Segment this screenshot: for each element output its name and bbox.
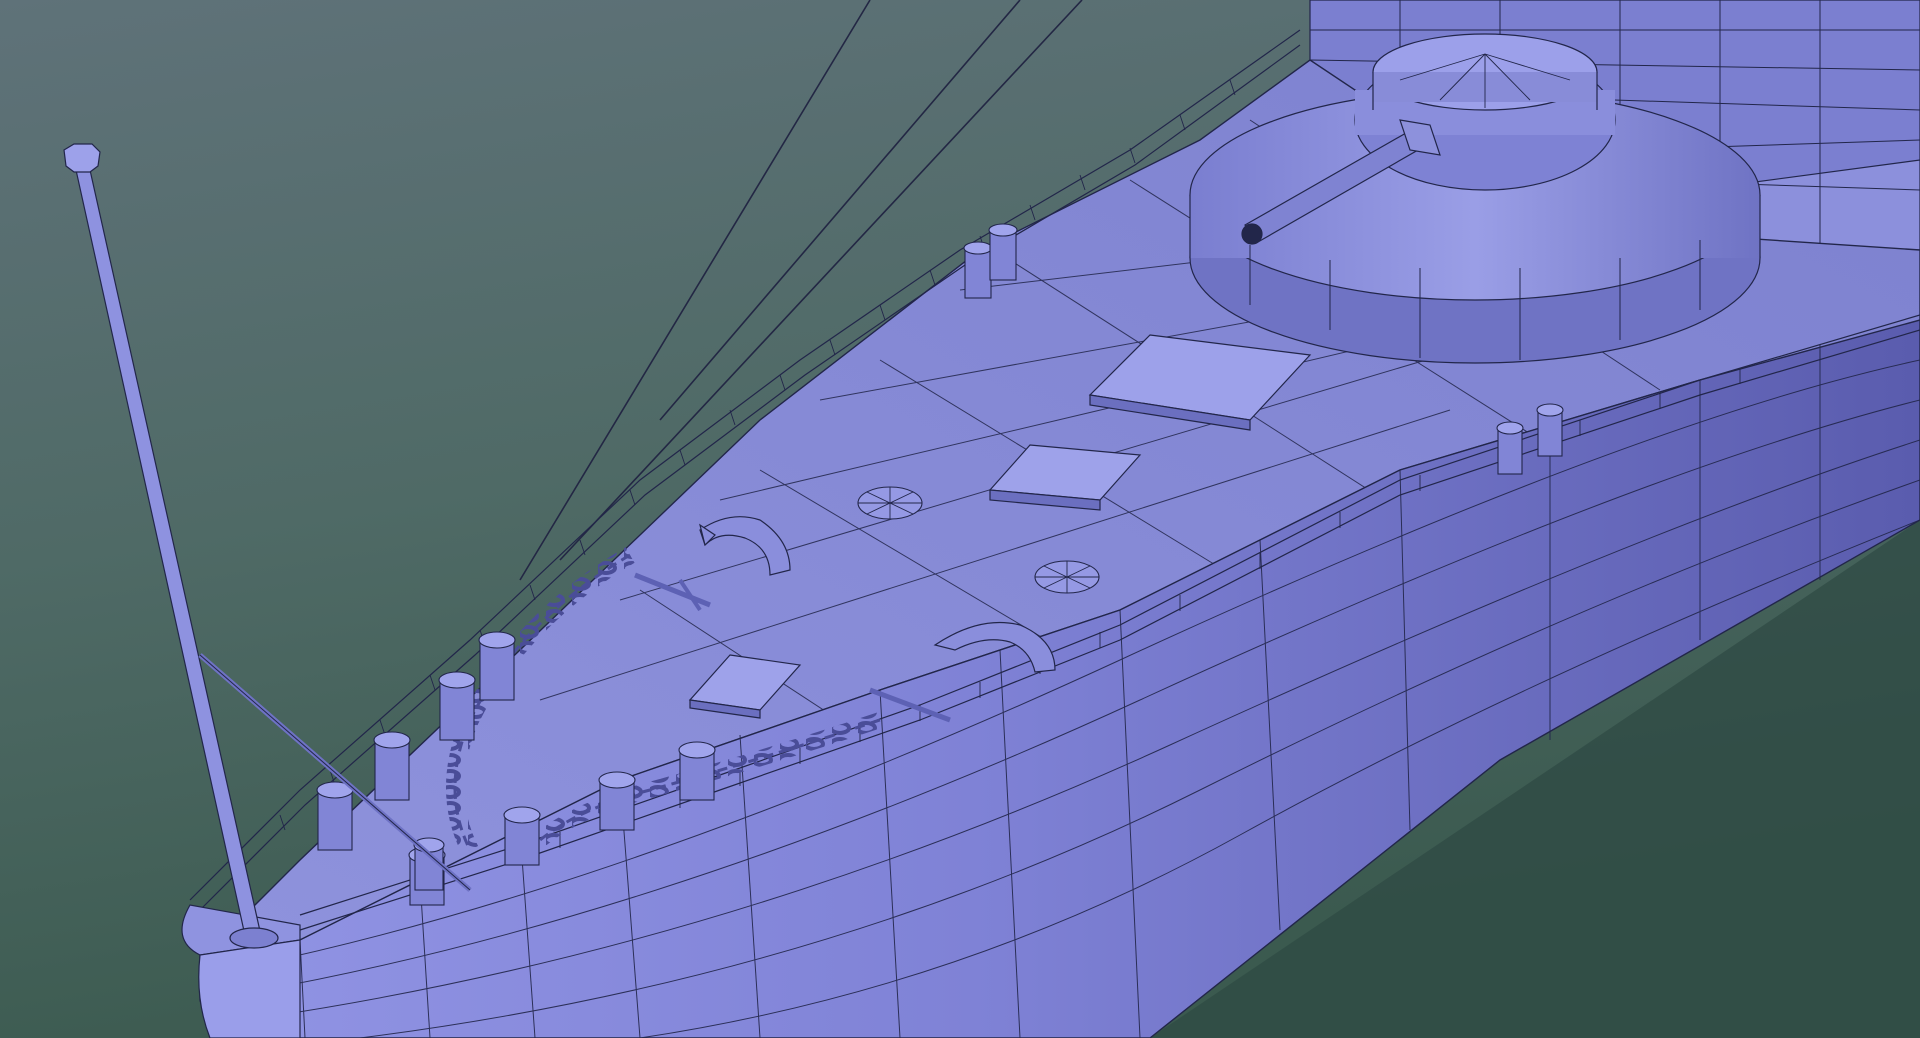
viewport-canvas [0,0,1920,1038]
ship-bow-render [0,0,1920,1038]
